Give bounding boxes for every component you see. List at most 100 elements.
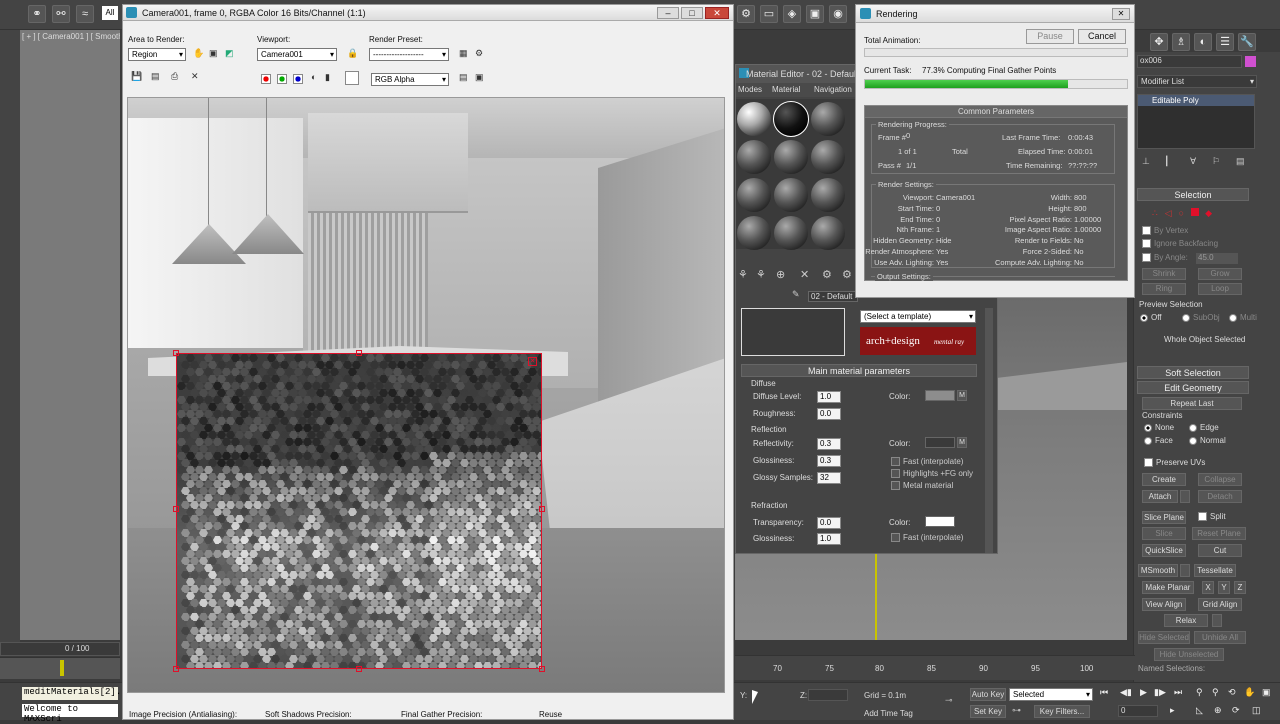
mono-channel-icon[interactable]: ▮ — [325, 72, 330, 83]
zoom-icon[interactable]: ⚲ — [1196, 687, 1203, 698]
create-button[interactable]: Create — [1142, 473, 1186, 486]
sample-slot-4[interactable] — [737, 140, 771, 174]
min-max-icon[interactable]: ◫ — [1252, 705, 1261, 716]
sample-slot-12[interactable] — [811, 216, 845, 250]
region-handle-tl[interactable] — [173, 350, 179, 356]
lock-icon[interactable]: 🔒 — [347, 48, 358, 59]
object-color-swatch[interactable] — [1245, 56, 1256, 67]
loop-button[interactable]: Loop — [1198, 283, 1242, 295]
show-end-result-icon[interactable]: ┃ — [1164, 156, 1169, 167]
time-slider[interactable]: 0 / 100 — [0, 642, 120, 656]
pan-icon[interactable]: ✋ — [1244, 687, 1255, 698]
render-setup-icon[interactable]: ⚙ — [737, 5, 755, 23]
planar-x-button[interactable]: X — [1202, 581, 1214, 594]
current-frame-field[interactable]: 0 — [1118, 705, 1158, 717]
prev-frame-icon[interactable]: ◀▮ — [1120, 687, 1132, 698]
diffuse-color-swatch[interactable] — [925, 390, 955, 401]
region-handle-bm[interactable] — [356, 666, 362, 672]
preserve-uvs-check[interactable]: Preserve UVs — [1144, 458, 1205, 468]
set-key-icon[interactable]: ⊶ — [1012, 705, 1021, 716]
region-handle-tm[interactable] — [356, 350, 362, 356]
play-icon[interactable]: ▶ — [1140, 687, 1147, 698]
red-channel-toggle[interactable] — [261, 74, 271, 84]
constraint-face-radio[interactable]: Face — [1144, 436, 1173, 445]
viewport-dropdown[interactable]: Camera001 — [257, 48, 337, 61]
menu-navigation[interactable]: Navigation — [814, 85, 852, 94]
constraint-edge-radio[interactable]: Edge — [1189, 423, 1219, 432]
render-setup-small-icon[interactable]: ▦ — [459, 48, 468, 59]
sample-slot-10[interactable] — [737, 216, 771, 250]
diffuse-level-spinner[interactable]: 1.0 — [817, 391, 841, 403]
region-select-icon[interactable]: ◩ — [225, 48, 234, 59]
edit-region-icon[interactable]: ✋ — [193, 48, 204, 59]
add-time-tag[interactable]: Add Time Tag — [864, 709, 913, 718]
auto-region-icon[interactable]: ▣ — [209, 48, 218, 59]
auto-key-button[interactable]: Auto Key — [970, 688, 1006, 701]
key-icon[interactable]: ⊸ — [945, 695, 953, 706]
slice-button[interactable]: Slice — [1142, 527, 1186, 540]
metal-material-check[interactable]: Metal material — [891, 481, 953, 491]
diffuse-map-button[interactable]: M — [957, 390, 967, 401]
preview-off-radio[interactable]: Off — [1140, 313, 1162, 322]
green-channel-toggle[interactable] — [277, 74, 287, 84]
quickslice-button[interactable]: QuickSlice — [1142, 544, 1186, 557]
constraint-normal-radio[interactable]: Normal — [1189, 436, 1226, 445]
angle-spinner[interactable]: 45.0 — [1196, 253, 1238, 264]
sample-slot-1[interactable] — [737, 102, 771, 136]
render-production-icon[interactable]: ▣ — [806, 5, 824, 23]
unhide-all-button[interactable]: Unhide All — [1194, 631, 1246, 644]
display-toggle-icon[interactable]: ▣ — [475, 72, 484, 83]
glossiness-spinner[interactable]: 0.3 — [817, 455, 841, 467]
region-handle-ml[interactable] — [173, 506, 179, 512]
hierarchy-icon[interactable]: ♗ — [1172, 33, 1190, 51]
menu-material[interactable]: Material — [772, 85, 800, 94]
relax-button[interactable]: Relax — [1164, 614, 1208, 627]
sample-slot-8[interactable] — [774, 178, 808, 212]
viewport-label[interactable]: [ + ] [ Camera001 ] [ Smooth — [22, 32, 120, 41]
maxscript-listener-line1[interactable]: meditMaterials[2]. — [22, 687, 121, 700]
z-coord-field[interactable] — [808, 689, 848, 701]
next-frame-icon[interactable]: ▮▶ — [1154, 687, 1166, 698]
collapse-button[interactable]: Collapse — [1198, 473, 1242, 486]
maxscript-listener-line2[interactable]: Welcome to MAXScri — [22, 704, 118, 724]
ignore-backfacing-check[interactable]: Ignore Backfacing — [1142, 239, 1218, 249]
link-icon[interactable]: ⚭ — [28, 5, 46, 23]
refraction-color-swatch[interactable] — [925, 516, 955, 527]
rendered-frame-icon[interactable]: ▭ — [760, 5, 778, 23]
field-of-view-icon[interactable]: ◺ — [1196, 705, 1203, 716]
render-icon[interactable]: ◈ — [783, 5, 801, 23]
clear-image-icon[interactable]: ✕ — [191, 71, 199, 82]
zoom-all-icon[interactable]: ⚲ — [1212, 687, 1219, 698]
key-filters-button[interactable]: Key Filters... — [1034, 705, 1090, 718]
make-planar-button[interactable]: Make Planar — [1142, 581, 1194, 594]
render-preset-dropdown[interactable]: ------------------- — [369, 48, 449, 61]
close-button[interactable]: ✕ — [705, 7, 729, 19]
by-angle-check[interactable]: By Angle: — [1142, 253, 1188, 263]
sample-slot-11[interactable] — [774, 216, 808, 250]
repeat-last-button[interactable]: Repeat Last — [1142, 397, 1242, 410]
main-params-rollout[interactable]: Main material parameters — [741, 364, 977, 377]
sample-slots[interactable] — [736, 99, 856, 250]
maximize-viewport-icon[interactable]: ▣ — [1262, 687, 1271, 698]
view-align-button[interactable]: View Align — [1142, 598, 1186, 611]
sample-slot-3[interactable] — [811, 102, 845, 136]
selection-rollout[interactable]: Selection — [1137, 188, 1249, 201]
configure-sets-icon[interactable]: ▤ — [1236, 156, 1245, 167]
region-handle-mr[interactable] — [539, 506, 545, 512]
eyedropper-icon[interactable]: ✎ — [792, 289, 800, 300]
unlink-icon[interactable]: ⚯ — [52, 5, 70, 23]
teapot-icon[interactable]: ◉ — [829, 5, 847, 23]
pause-button[interactable]: Pause — [1026, 29, 1074, 44]
render-region[interactable]: ✕ — [176, 353, 542, 669]
bind-icon[interactable]: ≈ — [76, 5, 94, 23]
reflection-color-swatch[interactable] — [925, 437, 955, 448]
attach-list-button[interactable] — [1180, 490, 1190, 503]
stack-item-editable-poly[interactable]: Editable Poly — [1138, 95, 1254, 106]
clone-frame-icon[interactable]: ▤ — [459, 72, 468, 83]
background-swatch[interactable] — [345, 71, 359, 85]
timeline-ruler[interactable]: 70 75 80 85 90 95 100 — [735, 655, 1135, 680]
set-key-button[interactable]: Set Key — [970, 705, 1006, 718]
blue-channel-toggle[interactable] — [293, 74, 303, 84]
remove-modifier-icon[interactable]: ⚐ — [1212, 156, 1220, 167]
reset-plane-button[interactable]: Reset Plane — [1192, 527, 1246, 540]
